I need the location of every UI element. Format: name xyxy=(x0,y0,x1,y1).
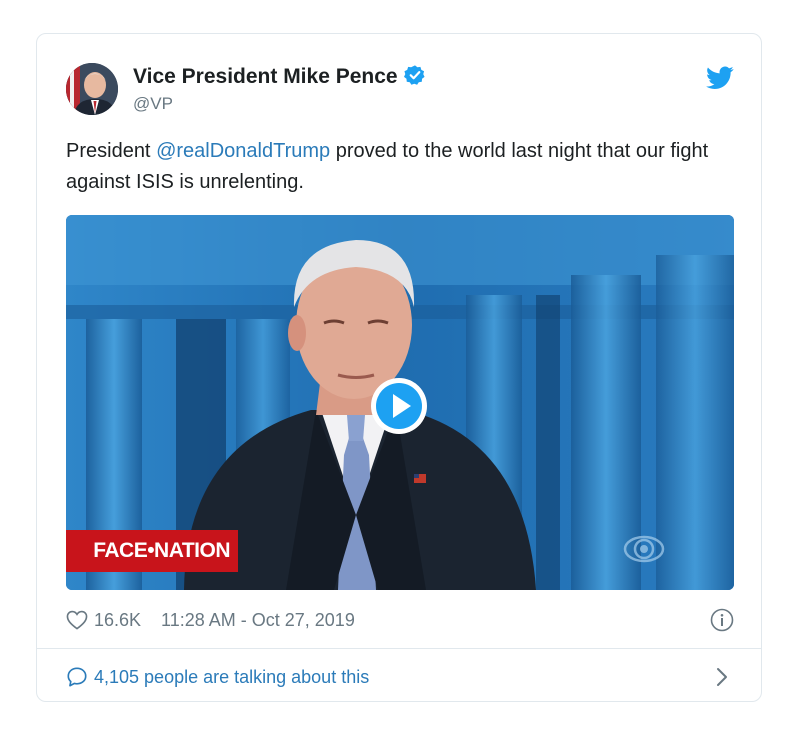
tweet-text-before: President xyxy=(66,140,157,162)
footer-divider xyxy=(37,648,761,649)
mention-link[interactable]: @realDonaldTrump xyxy=(156,140,330,162)
tweet-card: Vice President Mike Pence @VP President … xyxy=(36,33,762,702)
play-icon[interactable] xyxy=(369,376,429,436)
speech-bubble-icon xyxy=(67,667,87,687)
author-avatar[interactable] xyxy=(66,63,118,115)
author-handle[interactable]: @VP xyxy=(133,94,173,114)
chevron-right-icon[interactable] xyxy=(715,666,729,688)
verified-badge-icon xyxy=(403,65,425,85)
avatar-portrait xyxy=(66,63,118,115)
tweet-meta: 16.6K 11:28 AM - Oct 27, 2019 xyxy=(66,608,355,632)
video-player[interactable]: FACE•NATION xyxy=(66,215,734,590)
author-name-row[interactable]: Vice President Mike Pence xyxy=(133,64,426,89)
heart-icon[interactable] xyxy=(66,610,88,630)
info-icon[interactable] xyxy=(710,608,734,632)
tweet-timestamp[interactable]: 11:28 AM - Oct 27, 2019 xyxy=(161,610,355,631)
conversation-link[interactable]: 4,105 people are talking about this xyxy=(66,664,369,690)
face-nation-logo: FACE•NATION xyxy=(66,530,238,572)
cbs-eye-icon xyxy=(623,535,665,563)
twitter-bird-icon[interactable] xyxy=(706,66,734,90)
like-count[interactable]: 16.6K xyxy=(94,610,141,631)
talking-text[interactable]: 4,105 people are talking about this xyxy=(94,667,369,688)
tweet-text: President @realDonaldTrump proved to the… xyxy=(66,136,736,198)
author-name[interactable]: Vice President Mike Pence xyxy=(133,65,398,88)
